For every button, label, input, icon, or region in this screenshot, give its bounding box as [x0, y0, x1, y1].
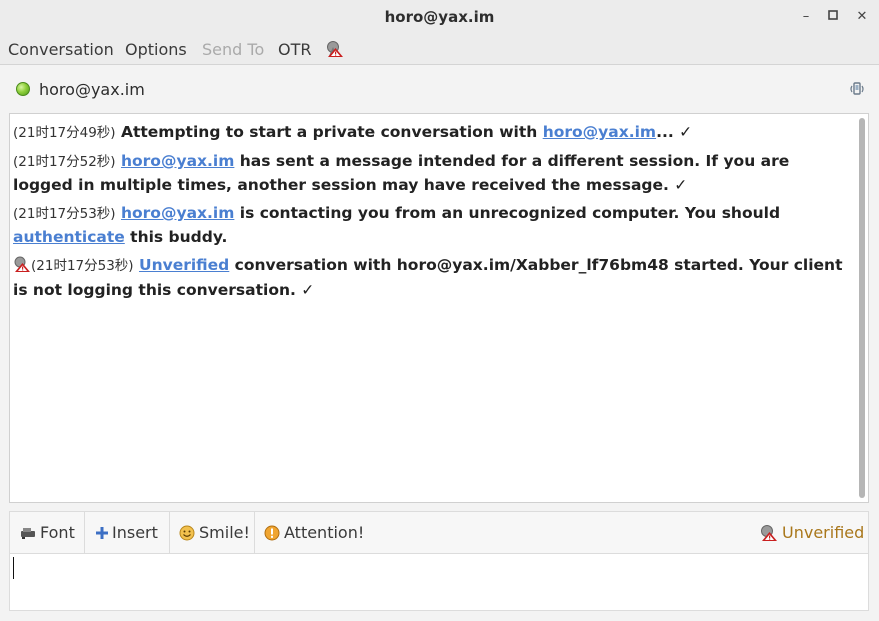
otr-status-label: Unverified	[782, 523, 865, 542]
buddy-name: horo@yax.im	[39, 80, 145, 99]
attention-button[interactable]: Attention!	[264, 512, 364, 553]
font-button[interactable]: Font	[20, 512, 75, 553]
menu-conversation[interactable]: Conversation	[8, 40, 114, 59]
buddy-header: horo@yax.im	[0, 72, 879, 108]
message: (21时17分49秒) Attempting to start a privat…	[13, 121, 846, 145]
attention-label: Attention!	[284, 523, 365, 542]
message-text: conversation with horo@yax.im/Xabber_lf7…	[13, 256, 843, 299]
conversation-history[interactable]: (21时17分49秒) Attempting to start a privat…	[9, 113, 869, 503]
otr-unverified-icon	[13, 256, 31, 279]
font-icon	[20, 526, 36, 540]
toolbar-divider	[84, 512, 85, 553]
buddy-link[interactable]: horo@yax.im	[121, 204, 234, 222]
buddy-link[interactable]: horo@yax.im	[121, 152, 234, 170]
plus-icon	[96, 526, 108, 539]
menu-options[interactable]: Options	[125, 40, 187, 59]
otr-unverified-icon	[760, 524, 778, 542]
message-timestamp: (21时17分53秒)	[31, 258, 134, 274]
message-text: ... ✓	[656, 123, 693, 141]
message-timestamp: (21时17分53秒)	[13, 206, 116, 222]
message: (21时17分52秒) horo@yax.im has sent a messa…	[13, 150, 846, 197]
smile-label: Smile!	[199, 523, 250, 542]
window-title: horo@yax.im	[384, 8, 495, 26]
smile-button[interactable]: Smile!	[179, 512, 250, 553]
insert-button[interactable]: Insert	[96, 512, 158, 553]
smiley-icon	[179, 525, 195, 541]
message-text: is contacting you from an unrecognized c…	[234, 204, 781, 222]
menu-bar: Conversation Options Send To OTR	[0, 34, 879, 65]
media-call-icon[interactable]	[849, 81, 865, 101]
otr-unverified-icon[interactable]	[326, 40, 344, 62]
insert-label: Insert	[112, 523, 158, 542]
attention-icon	[264, 525, 280, 541]
toolbar-divider	[169, 512, 170, 553]
format-toolbar: Font Insert Smile! Attention! Unverified	[9, 511, 869, 554]
title-bar: horo@yax.im – ✕	[0, 0, 879, 34]
scrollbar[interactable]	[859, 118, 865, 498]
message-text: this buddy.	[124, 228, 228, 246]
otr-status-button[interactable]: Unverified	[760, 512, 864, 553]
maximize-button[interactable]	[824, 8, 842, 26]
font-label: Font	[40, 523, 75, 542]
close-button[interactable]: ✕	[853, 8, 871, 26]
unverified-link[interactable]: Unverified	[139, 256, 229, 274]
maximize-icon	[828, 10, 838, 20]
message-input[interactable]	[9, 554, 869, 611]
buddy-link[interactable]: horo@yax.im	[543, 123, 656, 141]
menu-otr[interactable]: OTR	[278, 40, 311, 59]
menu-send-to[interactable]: Send To	[202, 40, 264, 59]
minimize-button[interactable]: –	[797, 8, 815, 26]
message-text: Attempting to start a private conversati…	[120, 123, 543, 141]
message-timestamp: (21时17分49秒)	[13, 125, 116, 141]
status-available-icon	[16, 82, 30, 96]
message: (21时17分53秒) Unverified conversation with…	[13, 254, 846, 302]
authenticate-link[interactable]: authenticate	[13, 228, 125, 246]
toolbar-divider	[254, 512, 255, 553]
text-caret	[13, 557, 14, 579]
message: (21时17分53秒) horo@yax.im is contacting yo…	[13, 202, 846, 249]
message-timestamp: (21时17分52秒)	[13, 154, 116, 170]
